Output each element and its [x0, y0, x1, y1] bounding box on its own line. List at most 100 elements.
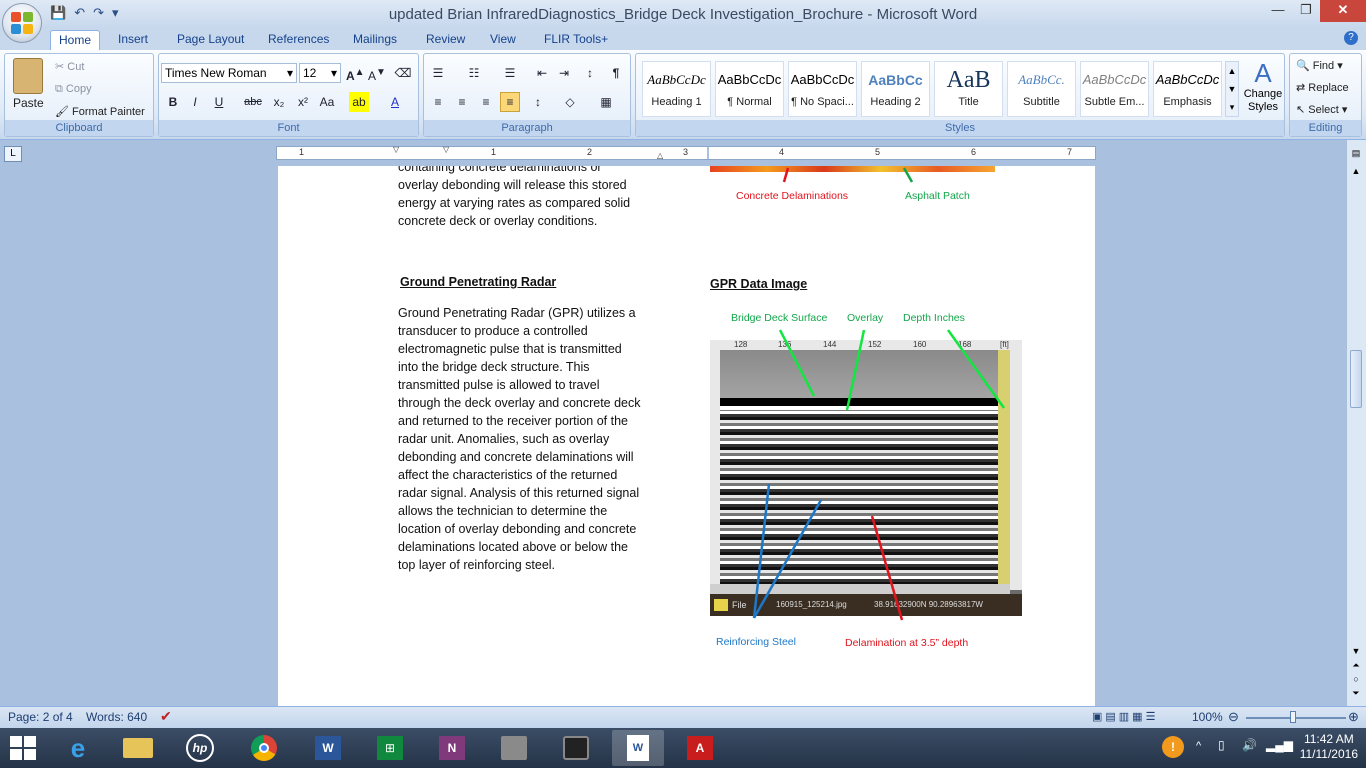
indent-marker-icon[interactable]: ▽	[443, 145, 449, 154]
format-painter-button[interactable]: 🖌 Format Painter	[55, 105, 145, 118]
align-left-button[interactable]: ≡	[428, 92, 448, 112]
line-spacing-button[interactable]: ↕	[528, 92, 548, 112]
sort-button[interactable]: ↕	[580, 63, 600, 83]
tab-selector[interactable]: L	[4, 146, 22, 162]
tab-page-layout[interactable]: Page Layout	[173, 30, 248, 50]
tab-home[interactable]: Home	[50, 30, 100, 50]
notification-icon[interactable]: !	[1162, 736, 1184, 758]
tab-flir-tools[interactable]: FLIR Tools+	[540, 30, 612, 50]
show-hide-button[interactable]: ¶	[606, 63, 626, 83]
tab-mailings[interactable]: Mailings	[349, 30, 401, 50]
paste-icon[interactable]	[13, 58, 43, 94]
hp-icon[interactable]: hp	[174, 730, 226, 766]
volume-icon[interactable]: 🔊	[1242, 738, 1257, 752]
clock[interactable]: 11:42 AM 11/11/2016	[1300, 732, 1358, 762]
style-heading-2[interactable]: AaBbCc Heading 2	[861, 61, 930, 117]
style-emphasis[interactable]: AaBbCcDc Emphasis	[1153, 61, 1222, 117]
font-color-button[interactable]: A	[385, 92, 405, 112]
ruler-toggle-icon[interactable]: ▤	[1349, 148, 1363, 162]
grow-font-button[interactable]: A▲	[345, 63, 365, 83]
word-count[interactable]: Words: 640	[86, 710, 147, 724]
style-subtle-emphasis[interactable]: AaBbCcDc Subtle Em...	[1080, 61, 1149, 117]
scroll-thumb[interactable]	[1350, 350, 1362, 408]
paste-button[interactable]: Paste	[13, 96, 44, 110]
scroll-down-icon[interactable]: ▼	[1349, 646, 1363, 660]
find-button[interactable]: 🔍 Find ▾	[1296, 59, 1343, 72]
style-heading-1[interactable]: AaBbCcDc Heading 1	[642, 61, 711, 117]
justify-button[interactable]: ≡	[500, 92, 520, 112]
increase-indent-button[interactable]: ⇥	[554, 63, 574, 83]
multilevel-list-button[interactable]: ☰	[500, 63, 520, 83]
restore-button[interactable]: ❐	[1292, 0, 1320, 22]
highlight-button[interactable]: ab	[349, 92, 369, 112]
network-icon[interactable]: ▂▄▆	[1266, 738, 1293, 752]
battery-icon[interactable]: ▯	[1218, 738, 1225, 752]
scanner-app-icon[interactable]	[488, 730, 540, 766]
zoom-slider-thumb[interactable]	[1290, 711, 1296, 723]
horizontal-ruler[interactable]: 1 1 2 3 4 5 6 7 ▽ ▽ △	[276, 145, 1096, 160]
onenote-icon[interactable]: N	[426, 730, 478, 766]
indent-marker-icon[interactable]: △	[657, 151, 663, 160]
decrease-indent-button[interactable]: ⇤	[532, 63, 552, 83]
vertical-scrollbar[interactable]: ▤ ▲ ▼ ⏶ ○ ⏷	[1346, 140, 1366, 706]
italic-button[interactable]: I	[185, 92, 205, 112]
superscript-button[interactable]: x²	[293, 92, 313, 112]
styles-scroll[interactable]: ▲ ▼ ▾	[1225, 61, 1239, 117]
numbering-button[interactable]: ☷	[464, 63, 484, 83]
internet-explorer-icon[interactable]: e	[52, 730, 104, 766]
replace-button[interactable]: ⇄ Replace	[1296, 81, 1349, 94]
cut-button[interactable]: ✂ Cut	[55, 60, 84, 73]
minimize-button[interactable]: —	[1264, 0, 1292, 22]
close-button[interactable]: ✕	[1320, 0, 1366, 22]
bold-button[interactable]: B	[163, 92, 183, 112]
change-styles-button[interactable]: A Change Styles	[1242, 58, 1284, 114]
shading-button[interactable]: ◇	[560, 92, 580, 112]
change-case-button[interactable]: Aa	[317, 92, 337, 112]
chrome-icon[interactable]	[238, 730, 290, 766]
style-title[interactable]: AaB Title	[934, 61, 1003, 117]
store-icon[interactable]: ⊞	[364, 730, 416, 766]
zoom-out-icon[interactable]: ⊖	[1228, 709, 1239, 725]
word-icon[interactable]: W	[302, 730, 354, 766]
previous-page-icon[interactable]: ⏶	[1349, 660, 1363, 674]
show-hidden-icons-icon[interactable]: ^	[1196, 740, 1201, 752]
style-subtitle[interactable]: AaBbCc. Subtitle	[1007, 61, 1076, 117]
document-page[interactable]: containing concrete delaminations or ove…	[278, 166, 1095, 706]
underline-button[interactable]: U	[209, 92, 229, 112]
page-count[interactable]: Page: 2 of 4	[8, 710, 73, 724]
view-buttons[interactable]: ▣▤▥▦☰	[1092, 710, 1182, 723]
tab-view[interactable]: View	[486, 30, 520, 50]
tab-insert[interactable]: Insert	[114, 30, 152, 50]
proofing-icon[interactable]: ✔	[160, 708, 172, 725]
shrink-font-button[interactable]: A▼	[367, 63, 387, 83]
office-button[interactable]	[2, 3, 42, 43]
indent-marker-icon[interactable]: ▽	[393, 145, 399, 154]
clear-formatting-button[interactable]: ⌫	[393, 63, 413, 83]
borders-button[interactable]: ▦	[596, 92, 616, 112]
font-name-select[interactable]: Times New Roman ▾	[161, 63, 297, 83]
align-right-button[interactable]: ≡	[476, 92, 496, 112]
copy-button[interactable]: ⧉ Copy	[55, 83, 92, 96]
tab-references[interactable]: References	[264, 30, 333, 50]
subscript-button[interactable]: x₂	[269, 92, 289, 112]
acrobat-icon[interactable]: A	[674, 730, 726, 766]
style-no-spacing[interactable]: AaBbCcDc ¶ No Spaci...	[788, 61, 857, 117]
style-normal[interactable]: AaBbCcDc ¶ Normal	[715, 61, 784, 117]
zoom-level[interactable]: 100%	[1192, 710, 1223, 724]
bullets-button[interactable]: ☰	[428, 63, 448, 83]
help-icon[interactable]: ?	[1344, 31, 1358, 45]
start-button[interactable]	[10, 736, 36, 760]
select-button[interactable]: ↖ Select ▾	[1296, 103, 1347, 116]
word-document-active-icon[interactable]: W	[612, 730, 664, 766]
tab-review[interactable]: Review	[422, 30, 469, 50]
next-page-icon[interactable]: ⏷	[1349, 688, 1363, 702]
select-browse-object-icon[interactable]: ○	[1349, 674, 1363, 688]
camera-app-icon[interactable]	[550, 730, 602, 766]
zoom-slider[interactable]	[1246, 717, 1346, 719]
scroll-up-icon[interactable]: ▲	[1349, 166, 1363, 180]
center-button[interactable]: ≡	[452, 92, 472, 112]
zoom-in-icon[interactable]: ⊕	[1348, 709, 1359, 725]
font-size-select[interactable]: 12 ▾	[299, 63, 341, 83]
file-explorer-icon[interactable]	[112, 730, 164, 766]
strikethrough-button[interactable]: abc	[243, 92, 263, 112]
